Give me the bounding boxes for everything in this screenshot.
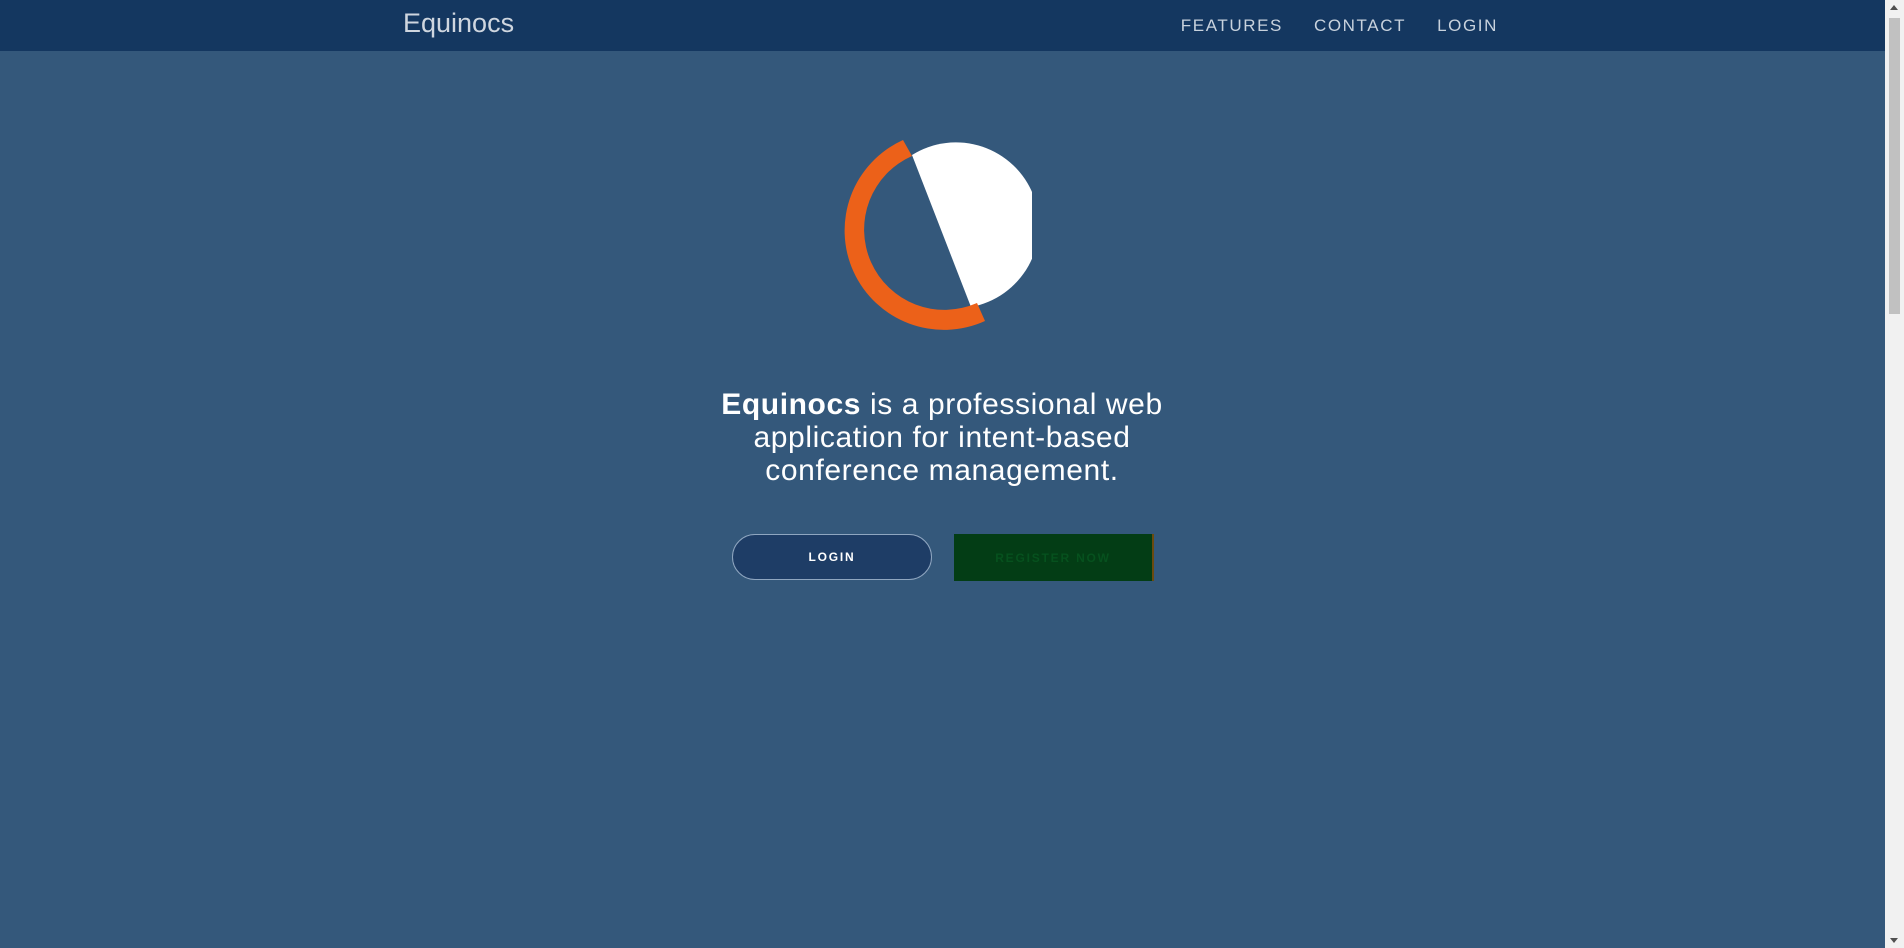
equinocs-logo-icon bbox=[844, 140, 1032, 330]
nav-link-features[interactable]: FEATURES bbox=[1181, 16, 1283, 36]
scroll-up-arrow-icon[interactable] bbox=[1890, 5, 1898, 10]
login-button[interactable]: LOGIN bbox=[732, 534, 932, 580]
headline-brand: Equinocs bbox=[721, 388, 862, 421]
register-now-button[interactable]: REGISTER NOW bbox=[954, 534, 1154, 581]
hero-headline: Equinocs is a professional web applicati… bbox=[672, 388, 1212, 487]
scrollbar-thumb[interactable] bbox=[1889, 18, 1900, 314]
logo-white-half bbox=[912, 142, 1032, 307]
page-scrollbar[interactable] bbox=[1885, 0, 1904, 948]
nav-link-contact[interactable]: CONTACT bbox=[1314, 16, 1406, 36]
top-navbar: Equinocs FEATURES CONTACT LOGIN bbox=[0, 0, 1885, 51]
nav-links: FEATURES CONTACT LOGIN bbox=[1181, 0, 1498, 51]
nav-link-login[interactable]: LOGIN bbox=[1437, 16, 1498, 36]
scroll-down-arrow-icon[interactable] bbox=[1890, 938, 1898, 943]
brand-logo-link[interactable]: Equinocs bbox=[403, 8, 514, 39]
